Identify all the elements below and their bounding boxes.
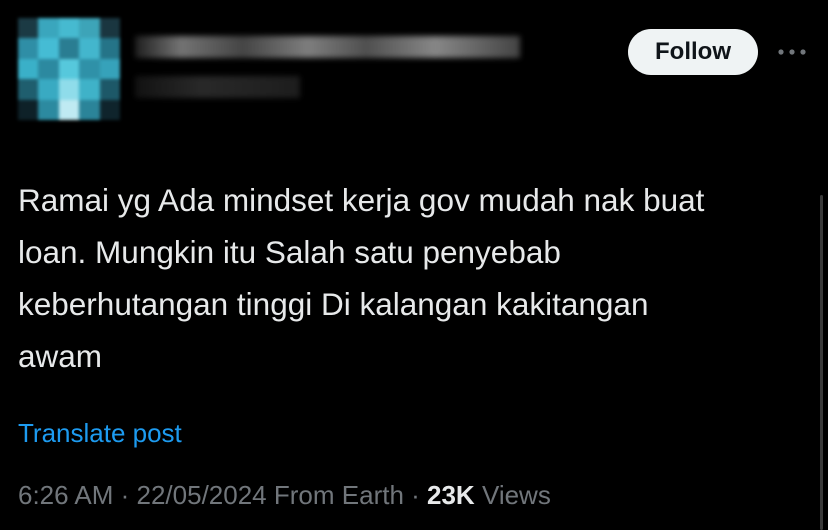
more-dots-icon [778, 49, 806, 55]
meta-separator: · [113, 480, 137, 510]
tweet-metadata: 6:26 AM · 22/05/2024 From Earth · 23K Vi… [18, 480, 551, 511]
views-count[interactable]: 23K [427, 480, 475, 510]
tweet-time[interactable]: 6:26 AM [18, 480, 113, 510]
views-label[interactable]: Views [475, 480, 551, 510]
avatar[interactable] [18, 18, 120, 120]
username-handle-blurred[interactable] [135, 76, 300, 98]
avatar-pixelated-image [18, 18, 120, 120]
tweet-source: From Earth [266, 480, 404, 510]
tweet-date[interactable]: 22/05/2024 [137, 480, 267, 510]
tweet-text: Ramai yg Ada mindset kerja gov mudah nak… [18, 182, 705, 374]
display-name-blurred[interactable] [135, 36, 520, 58]
follow-button[interactable]: Follow [628, 29, 758, 75]
more-horizontal-icon[interactable] [774, 38, 810, 66]
meta-separator: · [403, 480, 428, 510]
translate-post-link[interactable]: Translate post [18, 418, 182, 449]
scrollbar[interactable] [820, 195, 823, 530]
